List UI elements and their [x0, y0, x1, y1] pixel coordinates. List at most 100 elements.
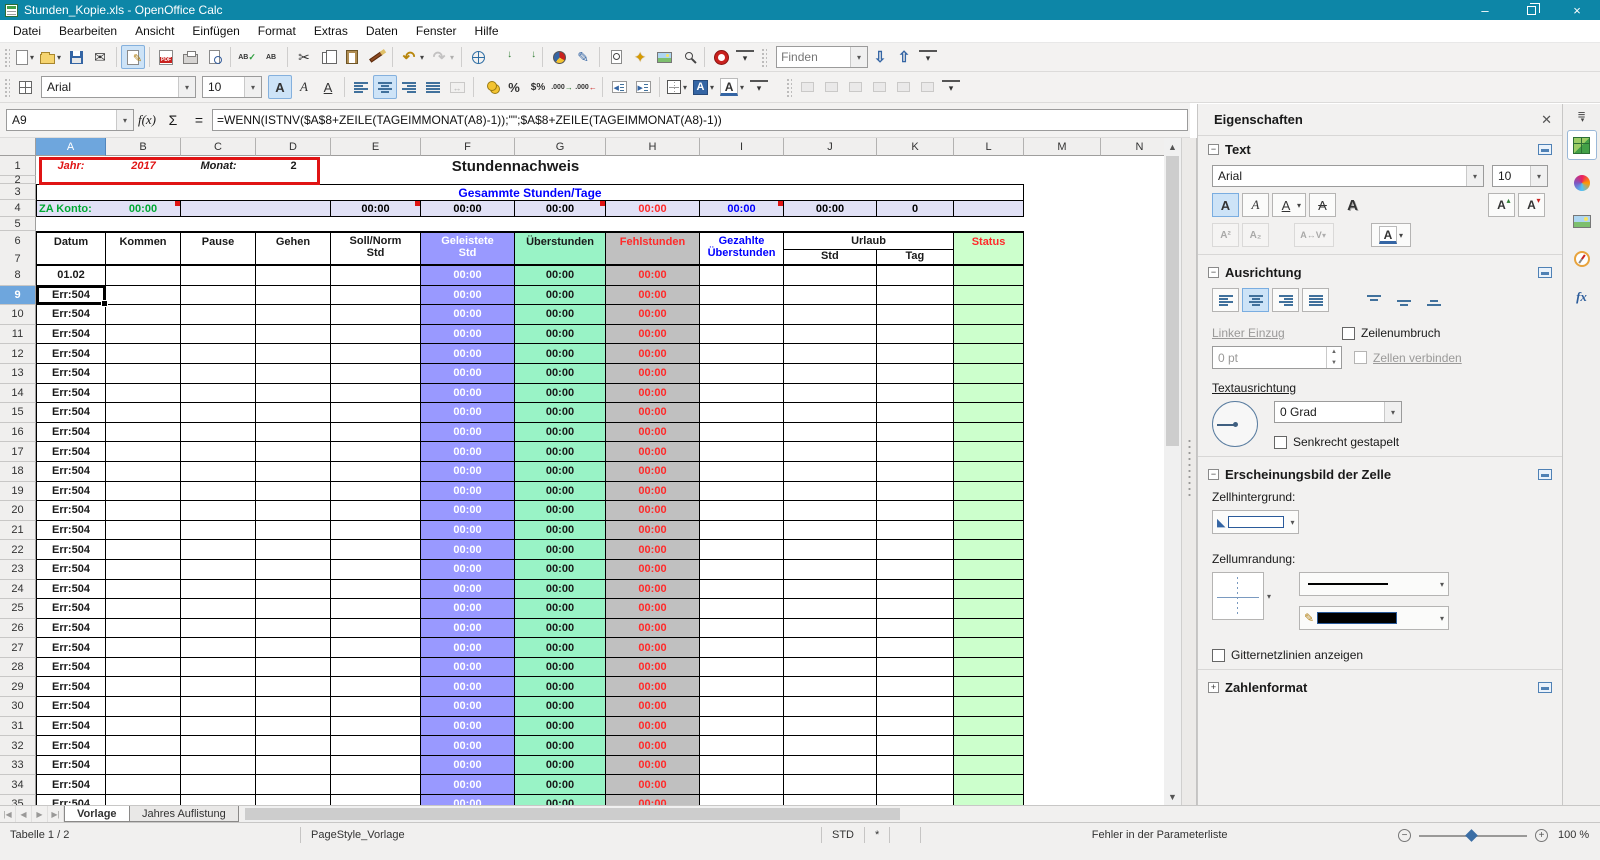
cell-C31[interactable]	[181, 716, 256, 737]
cell-L14[interactable]	[954, 383, 1024, 404]
name-box[interactable]: A9 ▾	[6, 109, 134, 131]
align-middle-button[interactable]	[1390, 288, 1417, 312]
cell-D22[interactable]	[256, 540, 331, 560]
cell-C32[interactable]	[181, 736, 256, 756]
align-overflow-button[interactable]	[939, 75, 963, 99]
find-toolbar-grip[interactable]	[760, 47, 768, 67]
cell-B19[interactable]	[106, 481, 181, 502]
section-appearance-header[interactable]: − Erscheinungsbild der Zelle	[1198, 461, 1562, 487]
cell-sheet-title[interactable]: Stundennachweis	[331, 156, 700, 176]
cell-B9[interactable]	[106, 285, 181, 306]
cell-H26[interactable]: 00:00	[606, 618, 700, 639]
restore-button[interactable]	[1508, 0, 1554, 20]
cell-F11[interactable]: 00:00	[421, 324, 515, 345]
spreadsheet-grid[interactable]: A B C D E F G H I J K L M N 1 Jahr: 2017 Monat: 2 Stundenna…	[0, 138, 1164, 805]
column-header-L[interactable]: L	[954, 138, 1024, 156]
cell-E12[interactable]	[331, 344, 421, 364]
background-color-button[interactable]: ▾	[690, 75, 717, 99]
cell-K4[interactable]: 0	[877, 200, 954, 217]
cell-F9[interactable]: 00:00	[421, 285, 515, 306]
increase-indent-button[interactable]	[631, 75, 655, 99]
page-preview-button[interactable]	[202, 45, 226, 69]
row-header-21[interactable]: 21	[0, 520, 36, 541]
find-box[interactable]: ▾	[776, 46, 869, 68]
toolbar-overflow-button[interactable]	[747, 75, 771, 99]
row-header-33[interactable]: 33	[0, 755, 36, 776]
row-header-22[interactable]: 22	[0, 540, 36, 560]
cell-K35[interactable]	[877, 795, 954, 805]
align-bottom-button[interactable]	[1420, 288, 1447, 312]
cell-F34[interactable]: 00:00	[421, 775, 515, 796]
find-and-replace-button[interactable]	[604, 45, 628, 69]
zoom-slider-thumb[interactable]	[1465, 828, 1478, 842]
cell-C8[interactable]	[181, 266, 256, 286]
cell-G25[interactable]: 00:00	[515, 599, 606, 619]
menu-ansicht[interactable]: Ansicht	[126, 21, 183, 41]
gallery-button[interactable]	[652, 45, 676, 69]
cell-B16[interactable]	[106, 422, 181, 443]
cell-C17[interactable]	[181, 442, 256, 462]
column-header-B[interactable]: B	[106, 138, 181, 156]
row-header-13[interactable]: 13	[0, 363, 36, 384]
cell-H17[interactable]: 00:00	[606, 442, 700, 462]
dropdown-arrow[interactable]: ▾	[450, 53, 454, 62]
select-all-corner[interactable]	[0, 138, 36, 156]
object-align-top-button[interactable]	[867, 75, 891, 99]
cell-F16[interactable]: 00:00	[421, 422, 515, 443]
redo-button[interactable]: ▾	[427, 45, 457, 69]
cell-B13[interactable]	[106, 363, 181, 384]
cell-E30[interactable]	[331, 697, 421, 717]
cell-C13[interactable]	[181, 363, 256, 384]
cell-A16[interactable]: Err:504	[36, 422, 106, 443]
tab-properties[interactable]	[1566, 130, 1597, 160]
menu-einfügen[interactable]: Einfügen	[183, 21, 248, 41]
row-header-31[interactable]: 31	[0, 716, 36, 737]
gridlines-checkbox[interactable]	[1212, 648, 1225, 662]
cell-merged-cd[interactable]	[181, 200, 331, 217]
cell-H23[interactable]: 00:00	[606, 559, 700, 580]
cell-I28[interactable]	[700, 657, 784, 678]
cell-A18[interactable]: Err:504	[36, 461, 106, 482]
save-button[interactable]	[64, 45, 88, 69]
sidebar-font-size-combo[interactable]: 10 ▾	[1492, 165, 1548, 187]
sidebar-italic-button[interactable]	[1242, 193, 1269, 217]
cell-J11[interactable]	[784, 324, 877, 345]
cell-D26[interactable]	[256, 618, 331, 639]
cell-E20[interactable]	[331, 501, 421, 521]
cell-C34[interactable]	[181, 775, 256, 796]
cell-A19[interactable]: Err:504	[36, 481, 106, 502]
tab-gallery[interactable]	[1567, 206, 1597, 236]
standard-format-button[interactable]	[526, 75, 550, 99]
cell-I13[interactable]	[700, 363, 784, 384]
cell-L25[interactable]	[954, 599, 1024, 619]
cell-L35[interactable]	[954, 795, 1024, 805]
object-align-left-button[interactable]	[795, 75, 819, 99]
cell-H15[interactable]: 00:00	[606, 403, 700, 423]
cell-C29[interactable]	[181, 677, 256, 698]
cell-J12[interactable]	[784, 344, 877, 364]
cell-A27[interactable]: Err:504	[36, 638, 106, 658]
increase-font-button[interactable]	[1488, 193, 1515, 217]
cell-L11[interactable]	[954, 324, 1024, 345]
cell-K26[interactable]	[877, 618, 954, 639]
cell-G20[interactable]: 00:00	[515, 501, 606, 521]
cell-H16[interactable]: 00:00	[606, 422, 700, 443]
justify-button[interactable]	[421, 75, 445, 99]
cell-G28[interactable]: 00:00	[515, 657, 606, 678]
cell-J16[interactable]	[784, 422, 877, 443]
cell-D14[interactable]	[256, 383, 331, 404]
cell-I35[interactable]	[700, 795, 784, 805]
cell-K15[interactable]	[877, 403, 954, 423]
cell-H33[interactable]: 00:00	[606, 755, 700, 776]
last-sheet-button[interactable]: ▶|	[48, 806, 64, 822]
dropdown-arrow[interactable]: ▾	[1440, 580, 1444, 589]
cell-J35[interactable]	[784, 795, 877, 805]
cell-L22[interactable]	[954, 540, 1024, 560]
auto-spellcheck-button[interactable]: AB	[259, 45, 283, 69]
cell-J31[interactable]	[784, 716, 877, 737]
tab-styles[interactable]	[1567, 168, 1597, 198]
cell-C21[interactable]	[181, 520, 256, 541]
align-center-button[interactable]	[373, 75, 397, 99]
cell-C16[interactable]	[181, 422, 256, 443]
cell-F24[interactable]: 00:00	[421, 579, 515, 600]
